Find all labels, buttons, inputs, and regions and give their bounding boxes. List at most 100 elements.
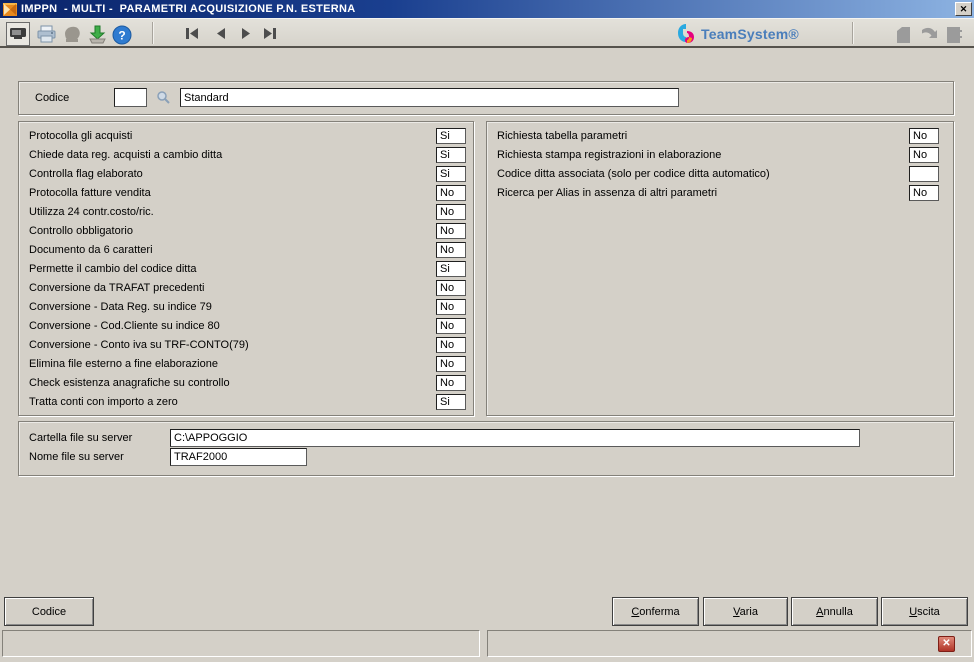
curved-arrow-icon <box>922 27 937 38</box>
param-label: Conversione - Data Reg. su indice 79 <box>29 301 212 313</box>
param-label: Check esistenza anagrafiche su controllo <box>29 377 230 389</box>
param-row: Chiede data reg. acquisti a cambio ditta… <box>19 146 473 165</box>
param-label: Permette il cambio del codice ditta <box>29 263 197 275</box>
server-folder-label: Cartella file su server <box>29 432 133 444</box>
import-button[interactable] <box>85 23 109 47</box>
param-value-field[interactable]: No <box>436 375 466 391</box>
codice-section: Codice <box>18 81 954 115</box>
param-value-field[interactable]: No <box>909 185 939 201</box>
param-label: Conversione - Conto iva su TRF-CONTO(79) <box>29 339 249 351</box>
screen-icon <box>10 27 26 39</box>
server-folder-input[interactable] <box>170 429 860 447</box>
help-button[interactable]: ? <box>110 23 134 47</box>
param-row: Protocolla gli acquisti Si <box>19 127 473 146</box>
param-row: Tratta conti con importo a zero Si <box>19 393 473 412</box>
nav-last-button[interactable] <box>260 25 280 43</box>
status-bar-right: ✕ <box>487 630 972 657</box>
last-record-icon <box>264 28 276 39</box>
param-row: Codice ditta associata (solo per codice … <box>487 165 953 184</box>
preview-button[interactable] <box>6 22 30 46</box>
doc-right-button[interactable] <box>942 24 964 46</box>
help-icon: ? <box>112 25 132 45</box>
param-row: Conversione - Data Reg. su indice 79 No <box>19 298 473 317</box>
param-value-field[interactable]: No <box>436 223 466 239</box>
param-label: Controllo obbligatorio <box>29 225 133 237</box>
param-value-field[interactable] <box>909 166 939 182</box>
toolbar-separator-2 <box>852 22 854 44</box>
search-icon[interactable] <box>156 90 171 105</box>
nav-next-button[interactable] <box>236 25 256 43</box>
param-row: Richiesta stampa registrazioni in elabor… <box>487 146 953 165</box>
param-label: Tratta conti con importo a zero <box>29 396 178 408</box>
document-icon <box>896 27 910 43</box>
codice-input[interactable] <box>114 88 147 107</box>
nav-prev-button[interactable] <box>210 25 230 43</box>
param-value-field[interactable]: No <box>436 280 466 296</box>
app-window: { "window": { "title": "IMPPN - MULTI - … <box>0 0 974 662</box>
svg-text:?: ? <box>118 29 125 43</box>
param-row: Permette il cambio del codice ditta Si <box>19 260 473 279</box>
param-value-field[interactable]: No <box>436 242 466 258</box>
param-value-field[interactable]: Si <box>436 394 466 410</box>
param-value-field[interactable]: Si <box>436 166 466 182</box>
title-bar: IMPPN - MULTI - PARAMETRI ACQUISIZIONE P… <box>0 0 974 18</box>
codice-description-input[interactable] <box>180 88 679 107</box>
param-label: Codice ditta associata (solo per codice … <box>497 168 770 180</box>
server-section: Cartella file su server Nome file su ser… <box>18 421 954 476</box>
param-label: Conversione da TRAFAT precedenti <box>29 282 205 294</box>
param-label: Chiede data reg. acquisti a cambio ditta <box>29 149 223 161</box>
param-row: Utilizza 24 contr.costo/ric. No <box>19 203 473 222</box>
doc-left-button[interactable] <box>892 24 914 46</box>
param-value-field[interactable]: No <box>909 147 939 163</box>
param-label: Protocolla fatture vendita <box>29 187 151 199</box>
toolbar-separator <box>152 22 154 44</box>
notes-icon <box>946 27 962 43</box>
param-value-field[interactable]: No <box>436 356 466 372</box>
left-params-box: Protocolla gli acquisti Si Chiede data reg… <box>18 121 474 416</box>
varia-button[interactable]: Varia <box>703 597 788 626</box>
param-row: Ricerca per Alias in assenza di altri pa… <box>487 184 953 203</box>
param-row: Protocolla fatture vendita No <box>19 184 473 203</box>
app-icon <box>3 2 17 16</box>
print-button[interactable] <box>34 23 58 47</box>
nav-first-button[interactable] <box>182 25 202 43</box>
server-file-input[interactable] <box>170 448 307 466</box>
status-error-icon[interactable]: ✕ <box>938 636 955 652</box>
param-value-field[interactable]: No <box>436 185 466 201</box>
server-file-label: Nome file su server <box>29 451 124 463</box>
toolbar: ? TeamSystem® <box>0 18 974 48</box>
codice-label: Codice <box>35 92 70 104</box>
param-row: Elimina file esterno a fine elaborazione… <box>19 355 473 374</box>
param-label: Protocolla gli acquisti <box>29 130 133 142</box>
param-row: Richiesta tabella parametri No <box>487 127 953 146</box>
param-value-field[interactable]: No <box>436 299 466 315</box>
param-value-field[interactable]: Si <box>436 147 466 163</box>
status-bar-left <box>2 630 480 657</box>
uscita-button[interactable]: Uscita <box>881 597 968 626</box>
param-label: Elimina file esterno a fine elaborazione <box>29 358 218 370</box>
window-title: IMPPN - MULTI - PARAMETRI ACQUISIZIONE P… <box>21 3 356 15</box>
teamsystem-logo-icon <box>678 24 694 43</box>
param-value-field[interactable]: No <box>436 318 466 334</box>
param-label: Utilizza 24 contr.costo/ric. <box>29 206 154 218</box>
param-label: Conversione - Cod.Cliente su indice 80 <box>29 320 220 332</box>
param-value-field[interactable]: No <box>436 337 466 353</box>
param-value-field[interactable]: No <box>909 128 939 144</box>
redo-button[interactable] <box>918 24 940 46</box>
param-row: Controllo obbligatorio No <box>19 222 473 241</box>
param-label: Ricerca per Alias in assenza di altri pa… <box>497 187 718 199</box>
param-value-field[interactable]: Si <box>436 128 466 144</box>
param-label: Controlla flag elaborato <box>29 168 143 180</box>
first-record-icon <box>186 28 198 39</box>
hand-icon <box>65 26 80 42</box>
param-value-field[interactable]: No <box>436 204 466 220</box>
param-label: Documento da 6 caratteri <box>29 244 153 256</box>
close-button[interactable]: ✕ <box>955 2 972 16</box>
conferma-button[interactable]: Conferma <box>612 597 699 626</box>
stamp-button[interactable] <box>60 23 84 47</box>
codice-button[interactable]: Codice <box>4 597 94 626</box>
param-row: Documento da 6 caratteri No <box>19 241 473 260</box>
import-arrow-icon <box>88 25 106 44</box>
annulla-button[interactable]: Annulla <box>791 597 878 626</box>
param-value-field[interactable]: Si <box>436 261 466 277</box>
